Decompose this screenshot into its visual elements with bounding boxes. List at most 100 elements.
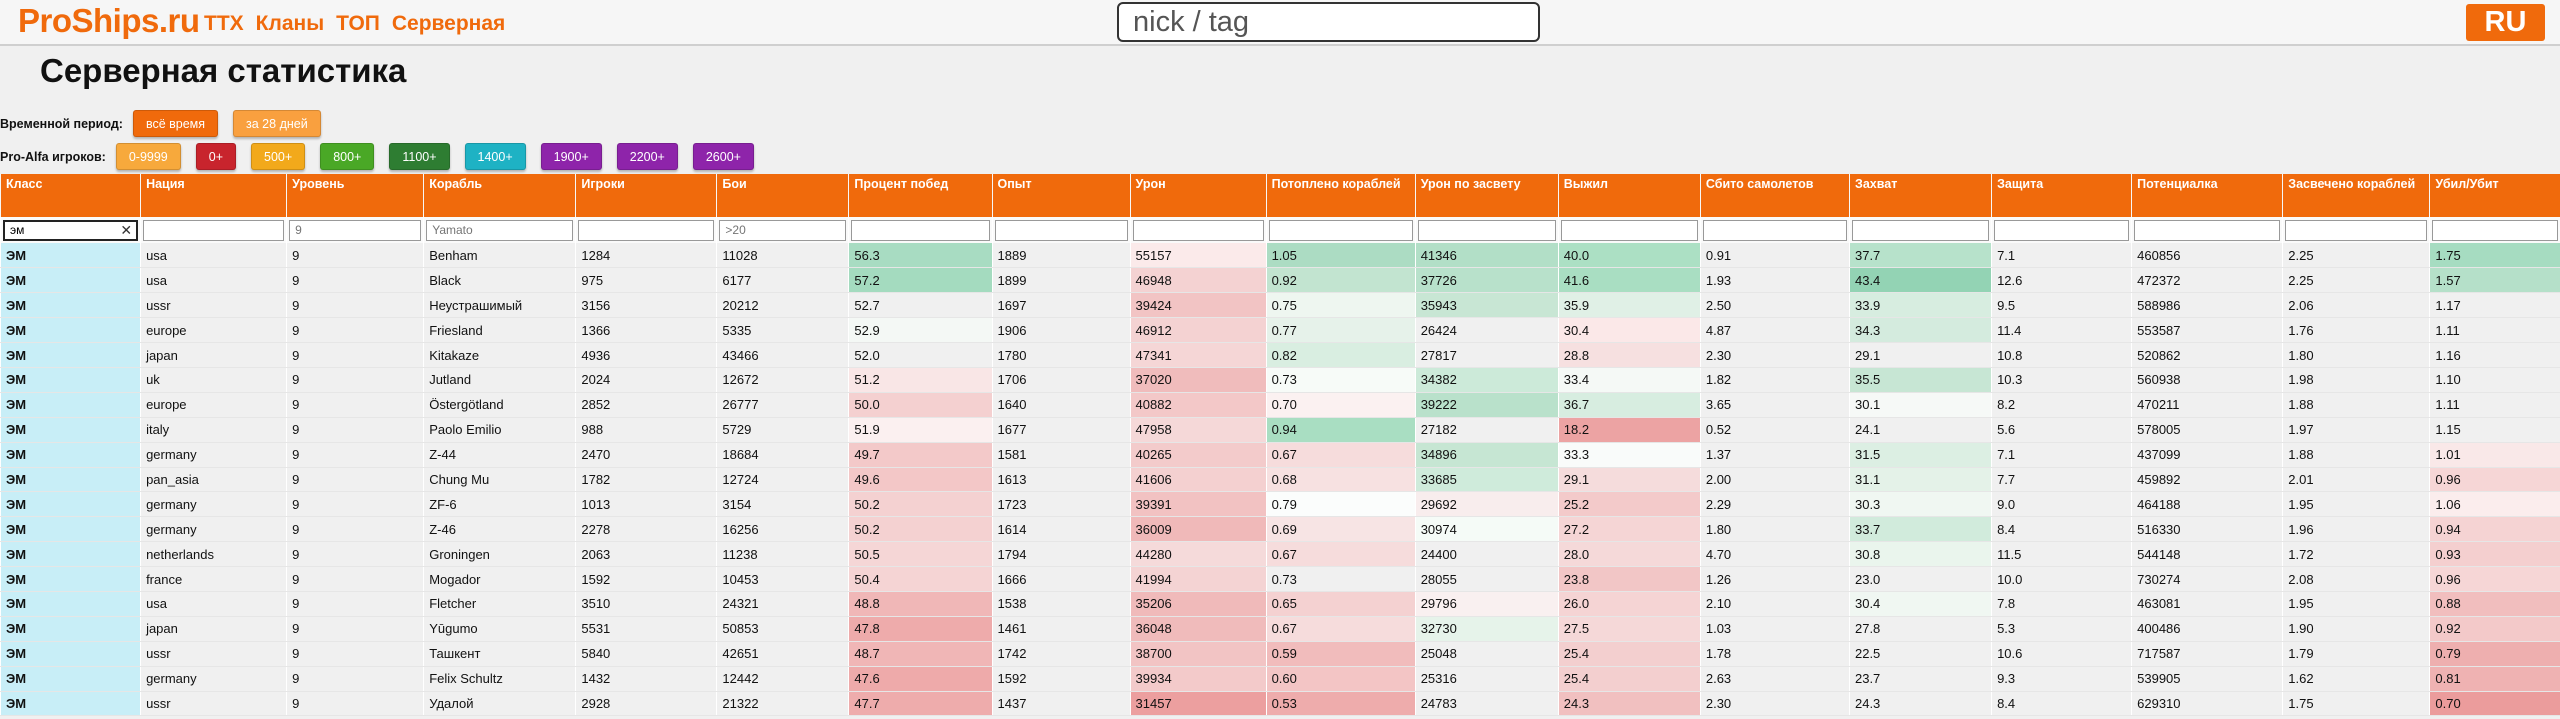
table-cell: 28.0 bbox=[1557, 541, 1701, 568]
table-row[interactable]: ЭМ uk 9 Jutland 2024 12672 51.2 1706 37020 0.73 34… bbox=[0, 367, 2560, 393]
period-button-1[interactable]: за 28 дней bbox=[233, 110, 321, 137]
nav-link-server[interactable]: Серверная bbox=[392, 12, 505, 36]
column-filter-cell bbox=[1991, 217, 2132, 243]
site-logo[interactable]: ProShips.ru bbox=[18, 2, 200, 40]
table-cell: 1614 bbox=[991, 516, 1131, 543]
column-filter-input[interactable] bbox=[994, 219, 1128, 241]
search-input[interactable] bbox=[1117, 2, 1540, 42]
table-row[interactable]: ЭМ germany 9 Z-44 2470 18684 49.7 1581 40265 0.67… bbox=[0, 442, 2560, 468]
column-filter-input[interactable] bbox=[2285, 219, 2428, 241]
column-header[interactable]: Нация bbox=[140, 174, 287, 217]
table-cell: 48.7 bbox=[848, 641, 992, 667]
table-row[interactable]: ЭМ europe 9 Östergötland 2852 26777 50.0 1640 40… bbox=[0, 392, 2560, 418]
table-cell: 47.6 bbox=[848, 666, 992, 692]
column-filter-input[interactable] bbox=[1994, 219, 2130, 241]
column-filter-input[interactable] bbox=[289, 219, 422, 241]
column-header[interactable]: Урон по засвету bbox=[1414, 174, 1559, 217]
players-button-2[interactable]: 500+ bbox=[251, 143, 306, 170]
table-row[interactable]: ЭМ japan 9 Yūgumo 5531 50853 47.8 1461 36048 0.67… bbox=[0, 616, 2560, 642]
column-header[interactable]: Потенциалка bbox=[2131, 174, 2283, 217]
table-cell: europe bbox=[140, 392, 287, 418]
column-header[interactable]: Засвечено кораблей bbox=[2282, 174, 2430, 217]
column-header[interactable]: Класс bbox=[0, 174, 141, 217]
table-cell: 1592 bbox=[575, 566, 717, 592]
table-cell: 9 bbox=[286, 243, 424, 269]
table-row[interactable]: ЭМ italy 9 Paolo Emilio 988 5729 51.9 1677 47958… bbox=[0, 417, 2560, 443]
column-filter-input[interactable] bbox=[3, 219, 139, 241]
column-header[interactable]: Потоплено кораблей bbox=[1265, 174, 1416, 217]
table-row[interactable]: ЭМ germany 9 ZF-6 1013 3154 50.2 1723 39391 0.79 2… bbox=[0, 491, 2560, 518]
column-filter-input[interactable] bbox=[2432, 219, 2558, 241]
clear-filter-icon[interactable]: ✕ bbox=[120, 221, 132, 239]
players-button-3[interactable]: 800+ bbox=[320, 143, 375, 170]
column-header[interactable]: Опыт bbox=[991, 174, 1131, 217]
table-cell: 1284 bbox=[575, 243, 717, 269]
nav-link-top[interactable]: ТОП bbox=[336, 12, 380, 36]
table-row[interactable]: ЭМ ussr 9 Неустрашимый 3156 20212 52.7 1697 3942… bbox=[0, 292, 2560, 319]
language-button[interactable]: RU bbox=[2466, 4, 2545, 41]
table-row[interactable]: ЭМ pan_asia 9 Chung Mu 1782 12724 49.6 1613 4160… bbox=[0, 467, 2560, 493]
column-header[interactable]: Захват bbox=[1848, 174, 1992, 217]
players-button-8[interactable]: 2600+ bbox=[692, 143, 754, 170]
table-cell: 50.4 bbox=[848, 566, 992, 592]
column-filter-input[interactable] bbox=[1417, 219, 1556, 241]
column-header[interactable]: Защита bbox=[1991, 174, 2132, 217]
table-row[interactable]: ЭМ ussr 9 Ташкент 5840 42651 48.7 1742 38700 0.59… bbox=[0, 641, 2560, 667]
table-cell: 9 bbox=[286, 317, 424, 344]
table-cell: 16256 bbox=[716, 516, 849, 543]
table-row[interactable]: ЭМ germany 9 Z-46 2278 16256 50.2 1614 36009 0.69… bbox=[0, 516, 2560, 543]
players-button-5[interactable]: 1400+ bbox=[464, 143, 526, 170]
column-header[interactable]: Уровень bbox=[286, 174, 424, 217]
table-cell: 1613 bbox=[991, 467, 1131, 493]
table-cell: 9.0 bbox=[1991, 491, 2132, 518]
column-header[interactable]: Бои bbox=[716, 174, 849, 217]
table-cell: 33685 bbox=[1414, 467, 1559, 493]
table-cell: 50.0 bbox=[848, 392, 992, 418]
column-filter-input[interactable] bbox=[143, 219, 285, 241]
table-row[interactable]: ЭМ usa 9 Benham 1284 11028 56.3 1889 55157 1.05 41… bbox=[0, 243, 2560, 269]
table-cell: 0.69 bbox=[1265, 516, 1416, 543]
table-cell: 1899 bbox=[991, 267, 1131, 294]
table-cell: 1432 bbox=[575, 666, 717, 692]
column-filter-cell bbox=[1848, 217, 1992, 243]
column-filter-cell bbox=[2282, 217, 2430, 243]
server-stats-table: Класс Нация Уровень Корабль Игроки Бои Процент… bbox=[0, 174, 2560, 717]
column-header[interactable]: Урон bbox=[1129, 174, 1267, 217]
column-header[interactable]: Убил/Убит bbox=[2429, 174, 2560, 217]
column-filter-input[interactable] bbox=[851, 219, 990, 241]
table-row[interactable]: ЭМ france 9 Mogador 1592 10453 50.4 1666 41994 0.… bbox=[0, 566, 2560, 592]
column-header[interactable]: Корабль bbox=[423, 174, 576, 217]
players-button-4[interactable]: 1100+ bbox=[389, 143, 450, 170]
players-button-0[interactable]: 0-9999 bbox=[115, 143, 181, 170]
period-button-0[interactable]: всё время bbox=[132, 110, 219, 137]
column-filter-input[interactable] bbox=[719, 219, 847, 241]
table-row[interactable]: ЭМ netherlands 9 Groningen 2063 11238 50.5 1794… bbox=[0, 541, 2560, 568]
table-row[interactable]: ЭМ germany 9 Felix Schultz 1432 12442 47.6 1592… bbox=[0, 666, 2560, 692]
column-filter-input[interactable] bbox=[1560, 219, 1698, 241]
column-filter-input[interactable] bbox=[426, 219, 574, 241]
table-cell: 50853 bbox=[716, 616, 849, 642]
table-row[interactable]: ЭМ usa 9 Fletcher 3510 24321 48.8 1538 35206 0.65… bbox=[0, 591, 2560, 617]
table-row[interactable]: ЭМ usa 9 Black 975 6177 57.2 1899 46948 0.92 37726… bbox=[0, 267, 2560, 294]
players-button-7[interactable]: 2200+ bbox=[616, 143, 678, 170]
column-header[interactable]: Сбито самолетов bbox=[1699, 174, 1850, 217]
column-filter-input[interactable] bbox=[1132, 219, 1264, 241]
column-filter-input[interactable] bbox=[1268, 219, 1413, 241]
column-filter-input[interactable] bbox=[578, 219, 715, 241]
column-filter-input[interactable] bbox=[1702, 219, 1847, 241]
column-filter-input[interactable] bbox=[1851, 219, 1990, 241]
table-row[interactable]: ЭМ japan 9 Kitakaze 4936 43466 52.0 1780 47341 0.… bbox=[0, 342, 2560, 368]
table-row[interactable]: ЭМ ussr 9 Удалой 2928 21322 47.7 1437 31457 0.53 2… bbox=[0, 691, 2560, 717]
players-button-1[interactable]: 0+ bbox=[195, 143, 237, 170]
table-cell: 437099 bbox=[2131, 442, 2283, 468]
table-cell: 463081 bbox=[2131, 591, 2283, 617]
table-cell: 7.1 bbox=[1991, 442, 2132, 468]
column-header[interactable]: Выжил bbox=[1557, 174, 1701, 217]
nav-link-ttx[interactable]: ТТХ bbox=[204, 12, 244, 36]
column-header[interactable]: Процент побед bbox=[848, 174, 992, 217]
table-row[interactable]: ЭМ europe 9 Friesland 1366 5335 52.9 1906 46912 0… bbox=[0, 317, 2560, 344]
players-button-6[interactable]: 1900+ bbox=[540, 143, 602, 170]
nav-link-clans[interactable]: Кланы bbox=[256, 12, 324, 36]
column-header[interactable]: Игроки bbox=[575, 174, 717, 217]
column-filter-input[interactable] bbox=[2134, 219, 2281, 241]
